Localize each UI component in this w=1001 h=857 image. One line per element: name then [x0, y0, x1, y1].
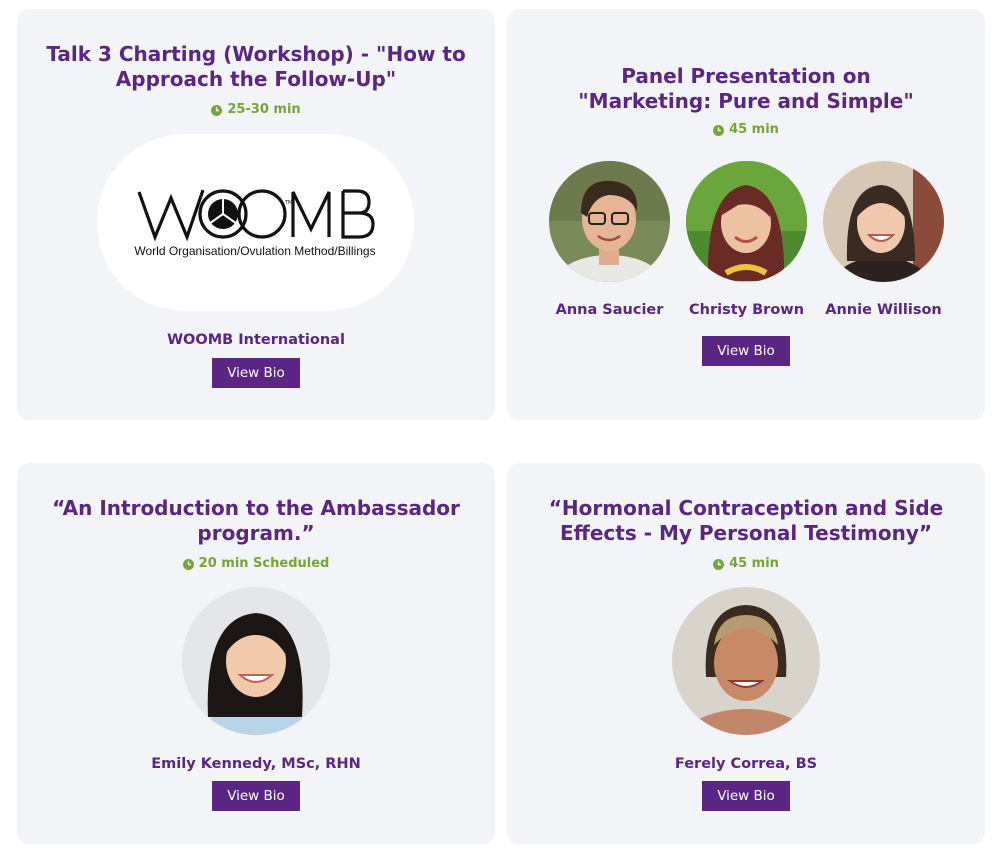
session-title: “An Introduction to the Ambassador progr…: [52, 496, 460, 545]
speaker-avatar-anna: [549, 161, 670, 282]
view-bio-button[interactable]: View Bio: [212, 781, 300, 811]
session-card-charting: Talk 3 Charting (Workshop) - "How to App…: [17, 9, 495, 420]
speaker-avatar-ferely: [672, 587, 820, 735]
view-bio-button[interactable]: View Bio: [212, 358, 300, 388]
session-card-hormonal: “Hormonal Contraception and Side Effects…: [507, 463, 985, 844]
speaker-name: Annie Willison: [825, 302, 942, 318]
view-bio-button[interactable]: View Bio: [702, 336, 790, 366]
clock-icon: [713, 558, 725, 570]
session-duration: 20 min Scheduled: [17, 556, 495, 572]
duration-text: 20 min Scheduled: [198, 556, 330, 571]
speaker-name: WOOMB International: [167, 332, 345, 348]
woomb-logo-mark: TM World Organisation/Ovulation Method/B…: [134, 189, 376, 258]
session-duration: 45 min: [507, 556, 985, 572]
duration-text: 25-30 min: [227, 102, 301, 117]
session-card-ambassador: “An Introduction to the Ambassador progr…: [17, 463, 495, 844]
speaker-name: Christy Brown: [688, 302, 805, 318]
clock-icon: [713, 124, 725, 136]
woomb-logo: TM World Organisation/Ovulation Method/B…: [97, 134, 414, 311]
speaker-name: Ferely Correa, BS: [674, 756, 818, 772]
speaker-name: Emily Kennedy, MSc, RHN: [151, 756, 361, 772]
session-duration: 25-30 min: [17, 102, 495, 118]
session-card-marketing: Panel Presentation on "Marketing: Pure a…: [507, 9, 985, 420]
clock-icon: [182, 558, 194, 570]
session-title: Panel Presentation on "Marketing: Pure a…: [527, 64, 965, 114]
session-title: Talk 3 Charting (Workshop) - "How to App…: [46, 42, 466, 91]
duration-text: 45 min: [729, 122, 779, 137]
session-duration: 45 min: [507, 122, 985, 138]
view-bio-button[interactable]: View Bio: [702, 781, 790, 811]
clock-icon: [211, 104, 223, 116]
svg-text:TM: TM: [284, 200, 292, 206]
speaker-avatar-christy: [686, 161, 807, 282]
speaker-avatar-emily: [182, 587, 330, 735]
session-title-line1: Panel Presentation on: [621, 64, 871, 88]
session-title: “Hormonal Contraception and Side Effects…: [548, 496, 944, 545]
duration-text: 45 min: [729, 556, 779, 571]
logo-subtitle: World Organisation/Ovulation Method/Bill…: [134, 244, 375, 258]
speaker-name: Anna Saucier: [555, 302, 664, 318]
speaker-avatar-annie: [823, 161, 944, 282]
session-title-line2: "Marketing: Pure and Simple": [578, 89, 914, 113]
